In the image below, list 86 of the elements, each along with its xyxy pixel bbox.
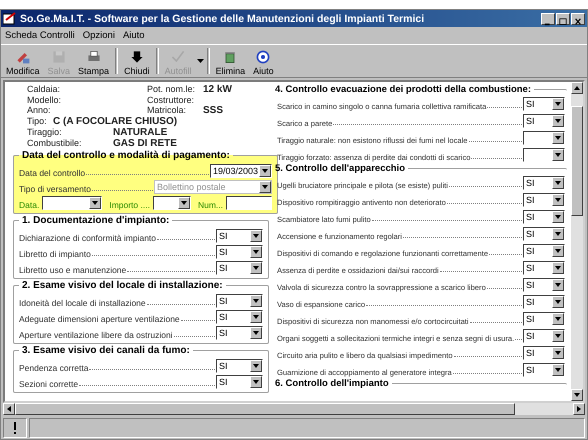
field-label: Num... [198, 200, 223, 210]
field-label: Data del controllo [19, 168, 86, 178]
dropdown-field[interactable]: SI [523, 278, 565, 292]
scroll-down-icon[interactable] [571, 389, 583, 401]
field-label: Tipo di versamento [19, 184, 91, 194]
section-title: 4. Controllo evacuazione dei prodotti della combustione: [275, 84, 532, 95]
info-label: Modello: [27, 95, 62, 105]
field-label: Libretto uso e manutenzione [19, 265, 126, 275]
dropdown-field[interactable]: SI [523, 193, 565, 207]
dropdown-field[interactable]: SI [523, 363, 565, 377]
info-value: NATURALE [113, 127, 168, 138]
info-label: Tipo: [27, 116, 45, 126]
minimize-icon[interactable] [541, 12, 555, 24]
dropdown-field[interactable]: SI [523, 261, 565, 275]
dropdown-field[interactable]: 19/03/2003 [210, 164, 272, 178]
info-value: C (A FOCOLARE CHIUSO) [53, 116, 178, 127]
toolbar-button[interactable]: Elimina [212, 46, 248, 76]
field-label: Data. [19, 200, 40, 210]
field-label: Adeguate dimensioni aperture ventilazione [19, 314, 180, 324]
dropdown-field[interactable]: SI [523, 176, 565, 190]
input-field[interactable] [226, 196, 272, 210]
checkmark-icon [170, 49, 186, 65]
dropdown-field[interactable]: SI [523, 312, 565, 326]
section-title: 5. Controllo dell'apparecchio [275, 163, 406, 174]
scroll-up-icon[interactable] [571, 82, 583, 94]
menu-item[interactable]: Opzioni [82, 30, 115, 41]
dropdown-field[interactable]: SI [216, 294, 263, 308]
section-title: 1. Documentazione d'impianto: [21, 215, 170, 226]
dropdown-field[interactable]: SI [523, 210, 565, 224]
window-title: So.Ge.Ma.I.T. - Software per la Gestione delle Manutenzioni degli Impianti Termici [20, 12, 426, 24]
info-label: Pot. nom.le: [147, 84, 195, 94]
section-title: 2. Esame visivo del locale di installazione: [21, 280, 224, 291]
field-label: Sezioni corrette [19, 379, 78, 389]
menu-item[interactable]: Scheda Controlli [5, 30, 75, 41]
menu-item[interactable]: Aiuto [122, 30, 145, 41]
info-label: Anno: [27, 105, 51, 115]
dropdown-field[interactable]: SI [523, 114, 565, 128]
toolbar-button[interactable]: Aiuto [250, 46, 277, 76]
caret-icon[interactable] [196, 59, 204, 63]
dropdown-field[interactable]: SI [523, 329, 565, 343]
exclamation-icon [13, 422, 17, 434]
info-value: 12 kW [203, 84, 232, 95]
scroll-right-icon[interactable] [573, 403, 585, 415]
field-label: Libretto di impianto [19, 249, 91, 259]
info-label: Combustibile: [27, 138, 83, 148]
scroll-left-icon[interactable] [3, 403, 15, 415]
dropdown-field[interactable]: SI [523, 244, 565, 258]
close-icon[interactable] [571, 12, 585, 24]
section-title: 3. Esame visivo dei canali da fumo: [21, 345, 191, 356]
scrollbar-thumb[interactable] [15, 403, 515, 415]
field-label: Idoneità del locale di installazione [19, 298, 146, 308]
toolbar-button[interactable]: Stampa [75, 46, 112, 76]
info-label: Matricola: [147, 105, 188, 115]
scrollbar-thumb[interactable] [571, 106, 583, 216]
dropdown-field[interactable] [523, 148, 565, 162]
dropdown-field[interactable]: SI [216, 261, 263, 275]
dropdown-field[interactable]: SI [523, 295, 565, 309]
dropdown-field[interactable] [523, 131, 565, 145]
dropdown-field[interactable]: SI [216, 375, 263, 389]
info-value: GAS DI RETE [113, 138, 177, 149]
maximize-icon[interactable] [556, 12, 570, 24]
info-label: Caldaia: [27, 84, 60, 94]
help-icon [255, 49, 272, 65]
toolbar-button[interactable]: Modifica [3, 46, 43, 76]
info-label: Costruttore: [147, 95, 195, 105]
field-label: Dichiarazione di conformità impianto [19, 233, 156, 243]
app-icon [3, 12, 17, 25]
dropdown-field[interactable] [152, 196, 191, 210]
dropdown-field[interactable]: SI [523, 346, 565, 360]
dropdown-field[interactable]: SI [216, 359, 263, 373]
info-label: Tiraggio: [27, 127, 63, 137]
dropdown-field[interactable]: SI [216, 310, 263, 324]
dropdown-field[interactable]: SI [523, 227, 565, 241]
field-label: Importo .... [109, 200, 150, 210]
toolbar-button[interactable]: Chiudi [121, 46, 153, 76]
section-title: Data del controllo e modalità di pagamento: [21, 150, 231, 161]
dropdown-field[interactable]: SI [523, 97, 565, 111]
dropdown-field[interactable]: SI [216, 245, 263, 259]
field-label: Aperture ventilazione libere da ostruzioni [19, 330, 173, 340]
dropdown-field[interactable]: SI [216, 229, 263, 243]
dropdown-field[interactable] [42, 196, 102, 210]
field-label: Pendenza corretta [19, 363, 88, 373]
down-arrow-icon [128, 49, 145, 65]
section-title: 6. Controllo dell'impianto [275, 378, 390, 389]
info-value: SSS [203, 105, 224, 116]
dropdown-field[interactable]: SI [216, 326, 263, 340]
